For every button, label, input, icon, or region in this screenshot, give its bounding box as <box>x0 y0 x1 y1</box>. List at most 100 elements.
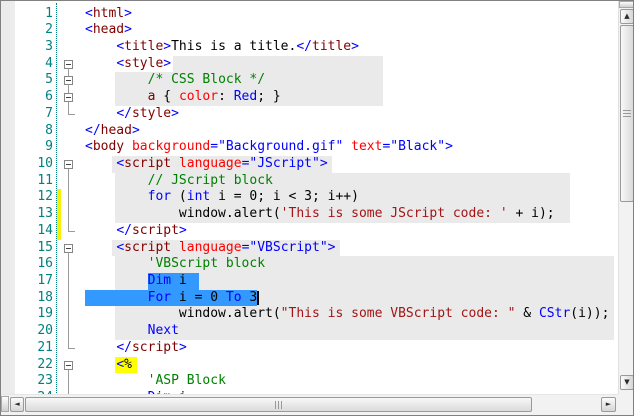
syntax-segment: body <box>92 139 125 155</box>
syntax-segment <box>85 223 116 238</box>
code-line[interactable]: Dim i <box>1 273 618 290</box>
down-arrow-icon: ▼ <box>624 378 630 386</box>
horizontal-scroll-thumb[interactable] <box>25 397 532 412</box>
code-text: <script language="VBScript"> <box>85 239 336 257</box>
syntax-segment: for <box>147 189 172 205</box>
syntax-segment: style <box>124 55 164 71</box>
code-line[interactable]: // JScript block <box>1 172 618 190</box>
syntax-segment: Dim <box>147 273 172 289</box>
code-line[interactable]: <script language="VBScript"> <box>1 239 618 257</box>
code-text: </head> <box>85 123 140 140</box>
code-text: window.alert('This is some JScript code:… <box>85 206 555 223</box>
syntax-segment: > <box>319 155 328 171</box>
code-line[interactable]: </script> <box>1 340 618 357</box>
code-line[interactable]: a { color: Red; } <box>1 89 618 106</box>
syntax-segment <box>85 39 116 54</box>
code-line[interactable]: <style> <box>1 55 618 73</box>
syntax-segment <box>85 56 116 71</box>
right-arrow-icon: ► <box>605 400 612 408</box>
horizontal-scrollbar[interactable]: ◄ ► <box>1 394 618 415</box>
code-line[interactable]: <% <box>1 356 618 374</box>
fold-toggle[interactable] <box>64 76 73 86</box>
scroll-up-button[interactable]: ▲ <box>620 9 633 24</box>
syntax-segment <box>343 139 351 154</box>
code-line[interactable]: for (int i = 0; i < 3; i++) <box>1 189 618 207</box>
code-text: <head> <box>85 22 132 39</box>
fold-guide-line <box>68 306 69 324</box>
syntax-segment: ; } <box>257 89 281 105</box>
syntax-segment: < <box>116 55 125 71</box>
syntax-segment <box>85 290 148 305</box>
syntax-segment: "This is some VBScript code: " <box>280 306 516 322</box>
fold-toggle[interactable] <box>64 59 73 69</box>
vertical-scroll-thumb[interactable] <box>620 25 633 202</box>
fold-guide-line <box>68 206 69 223</box>
vertical-scrollbar[interactable]: ▲ ▼ <box>618 1 633 395</box>
syntax-segment: > <box>178 339 187 355</box>
code-line[interactable]: Next <box>1 323 618 340</box>
code-line[interactable]: window.alert('This is some JScript code:… <box>1 206 618 223</box>
code-line[interactable]: window.alert("This is some VBScript code… <box>1 306 618 324</box>
code-line[interactable]: </script> <box>1 223 618 240</box>
syntax-segment: = <box>210 139 219 155</box>
syntax-segment: & <box>515 306 539 322</box>
syntax-segment: </ <box>296 38 312 54</box>
syntax-segment <box>85 89 148 104</box>
fold-end-tick <box>68 347 75 349</box>
fold-guide-line <box>68 323 69 340</box>
vertical-splitter-handle[interactable] <box>619 1 633 8</box>
vertical-thumb-grip-icon <box>623 109 631 118</box>
syntax-segment: "Black" <box>390 139 446 155</box>
syntax-segment: title <box>124 38 164 54</box>
syntax-segment: < <box>116 155 125 171</box>
syntax-segment: < <box>116 356 125 372</box>
code-line[interactable]: 'VBScript block <box>1 256 618 274</box>
syntax-segment: > <box>445 139 453 155</box>
up-arrow-icon: ▲ <box>624 12 630 20</box>
code-line[interactable]: <html> <box>1 6 618 23</box>
code-line[interactable]: </head> <box>1 123 618 140</box>
syntax-segment <box>171 156 179 171</box>
fold-toggle[interactable] <box>64 360 73 370</box>
code-text: for (int i = 0; i < 3; i++) <box>85 189 359 206</box>
horizontal-thumb-grip-icon <box>274 400 283 409</box>
code-line[interactable]: /* CSS Block */ <box>1 72 618 90</box>
horizontal-splitter-handle[interactable] <box>1 396 9 412</box>
code-line[interactable]: <title>This is a title.</title> <box>1 39 618 56</box>
code-line[interactable]: </style> <box>1 106 618 123</box>
code-text: 'VBScript block <box>85 256 265 273</box>
syntax-segment: "VBScript" <box>249 239 328 255</box>
syntax-segment <box>85 240 116 255</box>
code-line[interactable]: <head> <box>1 22 618 39</box>
fold-guide-line <box>68 256 69 274</box>
code-area[interactable]: 1 <html> 2 <head> 3 <title>This is a title.<… <box>1 1 618 394</box>
syntax-segment: + i); <box>507 206 555 222</box>
code-text: 'ASP Block <box>85 373 226 390</box>
fold-toggle[interactable] <box>64 159 73 169</box>
syntax-segment: > <box>327 239 336 255</box>
code-text: <title>This is a title.</title> <box>85 39 359 56</box>
syntax-segment: < <box>85 22 93 38</box>
syntax-segment: < <box>116 38 125 54</box>
syntax-segment: < <box>116 239 125 255</box>
syntax-segment: language <box>178 155 242 171</box>
code-text: // JScript block <box>85 173 273 190</box>
code-text: For i = 0 To 3 <box>85 289 258 307</box>
syntax-segment <box>85 173 148 188</box>
scroll-left-button[interactable]: ◄ <box>10 397 24 412</box>
syntax-segment: background <box>131 139 211 155</box>
code-line[interactable]: 'ASP Block <box>1 373 618 390</box>
fold-toggle[interactable] <box>64 243 73 253</box>
syntax-segment: To <box>225 289 242 305</box>
code-line[interactable]: <body background="Background.gif" text="… <box>1 139 618 156</box>
syntax-segment <box>85 156 116 171</box>
syntax-segment <box>85 357 116 372</box>
syntax-segment: html <box>92 5 125 21</box>
syntax-segment: i <box>171 273 187 289</box>
fold-toggle[interactable] <box>64 93 73 103</box>
code-line[interactable]: For i = 0 To 3 <box>1 289 618 307</box>
code-line[interactable]: <script language="JScript"> <box>1 155 618 173</box>
scroll-right-button[interactable]: ► <box>601 397 616 412</box>
scroll-down-button[interactable]: ▼ <box>620 375 633 390</box>
syntax-segment: language <box>178 239 242 255</box>
